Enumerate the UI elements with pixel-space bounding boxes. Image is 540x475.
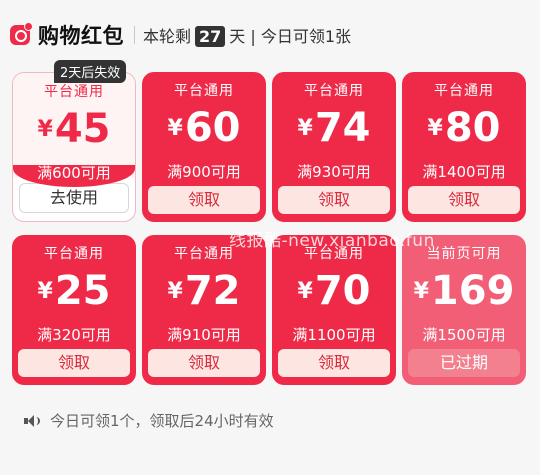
coupon-condition: 满910可用	[167, 326, 241, 344]
coupon-card: 平台通用 ¥74 满930可用 领取	[272, 72, 396, 222]
coupon-condition: 满600可用	[37, 164, 111, 182]
coupon-platform: 平台通用	[174, 83, 234, 99]
days-remaining: 27	[195, 26, 226, 47]
coupon-platform: 平台通用	[44, 84, 104, 100]
coupon-condition: 满320可用	[37, 326, 111, 344]
coupon-condition: 满1400可用	[422, 163, 506, 181]
footer-notice: 今日可领1个，领取后24小时有效	[24, 410, 274, 431]
footer-text: 今日可领1个，领取后24小时有效	[50, 412, 274, 430]
coupon-amount: ¥25	[37, 268, 111, 314]
claim-coupon-button[interactable]: 领取	[408, 186, 520, 214]
coupon-amount: ¥70	[297, 268, 371, 314]
page-title: 购物红包	[38, 24, 124, 48]
coupon-amount: ¥80	[427, 105, 501, 151]
divider	[134, 26, 135, 44]
coupon-condition: 满900可用	[167, 163, 241, 181]
red-packet-logo-icon	[10, 22, 33, 45]
coupon-card: 当前页可用 ¥169 满1500可用 已过期	[402, 235, 526, 385]
coupon-card: 平台通用 ¥72 满910可用 领取	[142, 235, 266, 385]
claim-coupon-button[interactable]: 领取	[278, 186, 390, 214]
coupon-card: 平台通用 ¥60 满900可用 领取	[142, 72, 266, 222]
header: 购物红包 本轮剩 27 天 | 今日可领1张	[10, 18, 351, 52]
coupon-amount: ¥60	[167, 105, 241, 151]
coupon-card: 平台通用 ¥70 满1100可用 领取	[272, 235, 396, 385]
coupon-amount: ¥72	[167, 268, 241, 314]
coupon-amount: ¥74	[297, 105, 371, 151]
coupon-platform: 平台通用	[44, 246, 104, 262]
expiry-badge: 2天后失效	[54, 60, 127, 83]
coupon-card: 平台通用 ¥80 满1400可用 领取	[402, 72, 526, 222]
coupon-platform: 平台通用	[434, 83, 494, 99]
page: 购物红包 本轮剩 27 天 | 今日可领1张 2天后失效 平台通用 ¥45 满600…	[0, 0, 540, 475]
coupon-condition: 满1500可用	[422, 326, 506, 344]
use-coupon-button[interactable]: 去使用	[19, 183, 129, 213]
claim-coupon-button[interactable]: 领取	[18, 349, 130, 377]
coupon-amount: ¥45	[37, 106, 111, 152]
round-prefix: 本轮剩	[143, 27, 192, 46]
claim-coupon-button[interactable]: 领取	[278, 349, 390, 377]
claim-coupon-button[interactable]: 领取	[148, 186, 260, 214]
coupon-platform: 平台通用	[304, 83, 364, 99]
watermark: 线报酷-new.xianbao.fun	[229, 231, 435, 251]
round-info: 本轮剩 27 天 | 今日可领1张	[143, 23, 351, 47]
coupon-condition: 满930可用	[297, 163, 371, 181]
claim-coupon-button[interactable]: 领取	[148, 349, 260, 377]
coupon-amount: ¥169	[413, 268, 515, 314]
round-suffix: 天 | 今日可领1张	[229, 27, 352, 46]
coupon-condition: 满1100可用	[292, 326, 376, 344]
speaker-icon	[24, 414, 40, 427]
expired-button: 已过期	[408, 349, 520, 377]
coupon-card: 平台通用 ¥25 满320可用 领取	[12, 235, 136, 385]
coupon-card: 平台通用 ¥45 满600可用 去使用	[12, 72, 136, 222]
